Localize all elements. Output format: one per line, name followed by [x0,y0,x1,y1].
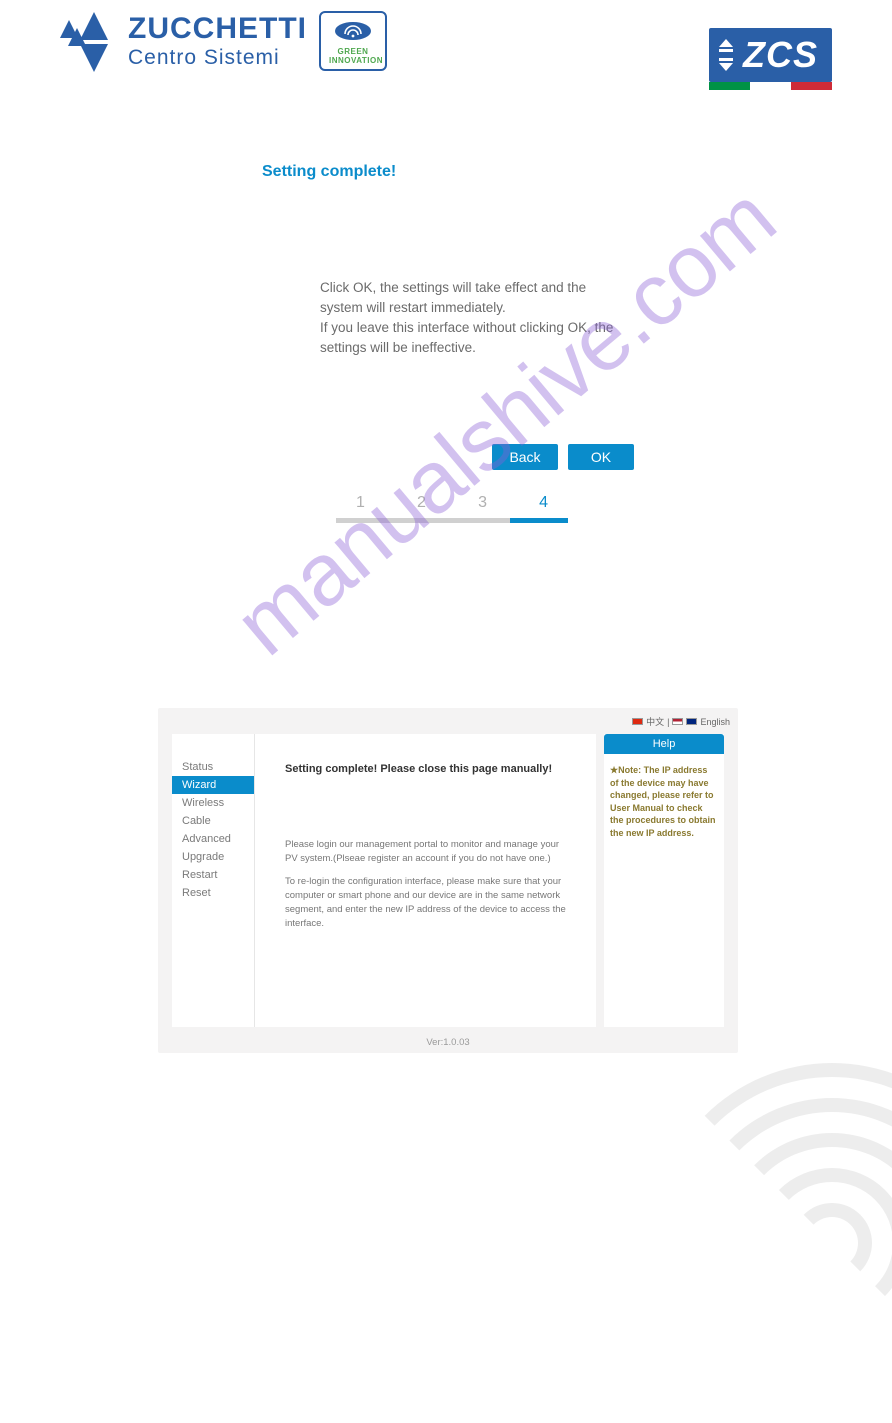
flag-cn-icon [632,718,643,725]
wizard-message-2: If you leave this interface without clic… [320,318,620,357]
zucchetti-mark-icon [60,10,116,72]
side-nav: Status Wizard Wireless Cable Advanced Up… [172,734,254,1027]
logo-left-group: ZUCCHETTI Centro Sistemi GREEN INNOVATIO… [60,10,387,72]
help-pane: Help ★Note: The IP address of the device… [604,734,724,1027]
language-bar: 中文 | English [632,715,730,728]
step-3: 3 [478,494,487,512]
italy-flag-stripe [709,82,832,90]
lang-chinese-link[interactable]: 中文 [646,715,664,728]
step-progress-fill [510,518,568,523]
green-innovation-badge: GREEN INNOVATION [319,11,387,72]
nav-upgrade[interactable]: Upgrade [172,848,254,866]
flag-us-icon [672,718,683,725]
lang-separator: | [667,717,669,727]
zcs-text: ZCS [743,34,818,76]
nav-cable[interactable]: Cable [172,812,254,830]
back-button[interactable]: Back [492,444,558,470]
cloud-wifi-icon [329,19,377,48]
badge-line2: INNOVATION [329,57,377,66]
nav-restart[interactable]: Restart [172,866,254,884]
step-4: 4 [539,494,548,512]
panel-body: Status Wizard Wireless Cable Advanced Up… [172,734,724,1027]
wizard-message-1: Click OK, the settings will take effect … [320,278,620,317]
step-1: 1 [356,494,365,512]
wizard-title: Setting complete! [262,163,396,181]
nav-wireless[interactable]: Wireless [172,794,254,812]
panel-version: Ver:1.0.03 [158,1037,738,1048]
decorative-arcs-icon [652,1063,892,1423]
nav-wizard[interactable]: Wizard [172,776,254,794]
nav-reset[interactable]: Reset [172,884,254,902]
brand-text: ZUCCHETTI Centro Sistemi [128,12,307,70]
center-paragraph-1: Please login our management portal to mo… [285,838,566,866]
step-progress-bar [336,518,568,523]
wizard-button-row: Back OK [492,444,634,470]
watermark-text: manualshive.com [216,167,795,676]
nav-advanced[interactable]: Advanced [172,830,254,848]
help-title: Help [604,734,724,754]
flag-gb-icon [686,718,697,725]
nav-status[interactable]: Status [172,758,254,776]
center-paragraph-2: To re-login the configuration interface,… [285,875,566,930]
zcs-logo: ZCS [709,28,832,82]
config-panel: 中文 | English Status Wizard Wireless Cabl… [158,708,738,1053]
brand-line2: Centro Sistemi [128,46,307,70]
help-note: ★Note: The IP address of the device may … [604,754,724,850]
step-2: 2 [417,494,426,512]
wizard-stepper: 1 2 3 4 [336,494,568,523]
center-pane: Setting complete! Please close this page… [254,734,596,1027]
logo-right-group: ZCS [709,28,832,90]
ok-button[interactable]: OK [568,444,634,470]
center-title: Setting complete! Please close this page… [285,762,566,778]
lang-english-link[interactable]: English [700,717,730,727]
brand-line1: ZUCCHETTI [128,12,307,46]
zcs-arrows-icon [719,38,739,72]
page-header: ZUCCHETTI Centro Sistemi GREEN INNOVATIO… [60,10,832,100]
